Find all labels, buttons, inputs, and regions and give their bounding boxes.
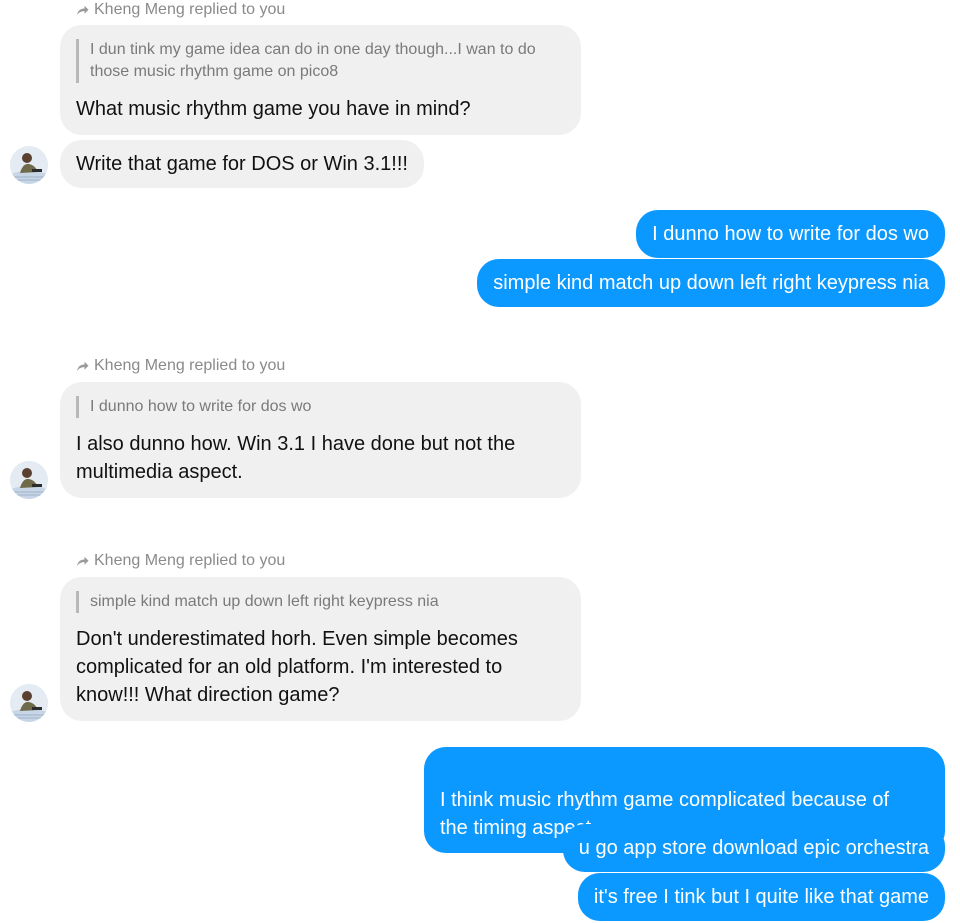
message-text: it's free I tink but I quite like that g… [593, 886, 929, 908]
incoming-message-bubble[interactable]: simple kind match up down left right key… [60, 577, 581, 721]
reply-arrow-icon [77, 556, 89, 566]
outgoing-message-bubble[interactable]: u go app store download epic orchestra [562, 824, 945, 872]
avatar[interactable] [10, 146, 48, 184]
reply-arrow-icon [77, 361, 89, 371]
chat-thread: Kheng Meng replied to you I dun tink my … [0, 0, 960, 923]
quoted-message: I dunno how to write for dos wo [76, 396, 565, 418]
user-avatar-icon [10, 146, 48, 184]
incoming-message-bubble[interactable]: Write that game for DOS or Win 3.1!!! [60, 140, 424, 188]
reply-header-text: Kheng Meng replied to you [94, 357, 286, 374]
user-avatar-icon [10, 461, 48, 499]
reply-arrow-icon [77, 5, 89, 15]
incoming-message-bubble[interactable]: I dun tink my game idea can do in one da… [60, 25, 581, 135]
outgoing-message-bubble[interactable]: it's free I tink but I quite like that g… [577, 873, 945, 921]
quoted-message: I dun tink my game idea can do in one da… [76, 39, 565, 83]
message-text: simple kind match up down left right key… [493, 272, 929, 294]
message-text: Don't underestimated horh. Even simple b… [76, 628, 518, 706]
message-text: I dunno how to write for dos wo [652, 223, 929, 245]
message-text: I also dunno how. Win 3.1 I have done bu… [76, 433, 516, 483]
outgoing-message-bubble[interactable]: simple kind match up down left right key… [477, 259, 945, 307]
reply-header: Kheng Meng replied to you [76, 551, 285, 571]
avatar[interactable] [10, 684, 48, 722]
user-avatar-icon [10, 684, 48, 722]
avatar[interactable] [10, 461, 48, 499]
reply-header: Kheng Meng replied to you [76, 356, 285, 376]
reply-header-text: Kheng Meng replied to you [94, 552, 286, 569]
outgoing-message-bubble[interactable]: I dunno how to write for dos wo [636, 210, 945, 258]
message-text: Write that game for DOS or Win 3.1!!! [76, 153, 408, 175]
quoted-message: simple kind match up down left right key… [76, 591, 565, 613]
reply-header: Kheng Meng replied to you [76, 0, 285, 20]
incoming-message-bubble[interactable]: I dunno how to write for dos wo I also d… [60, 382, 581, 498]
reply-header-text: Kheng Meng replied to you [94, 1, 286, 18]
message-text: u go app store download epic orchestra [578, 837, 929, 859]
message-text: What music rhythm game you have in mind? [76, 98, 471, 120]
